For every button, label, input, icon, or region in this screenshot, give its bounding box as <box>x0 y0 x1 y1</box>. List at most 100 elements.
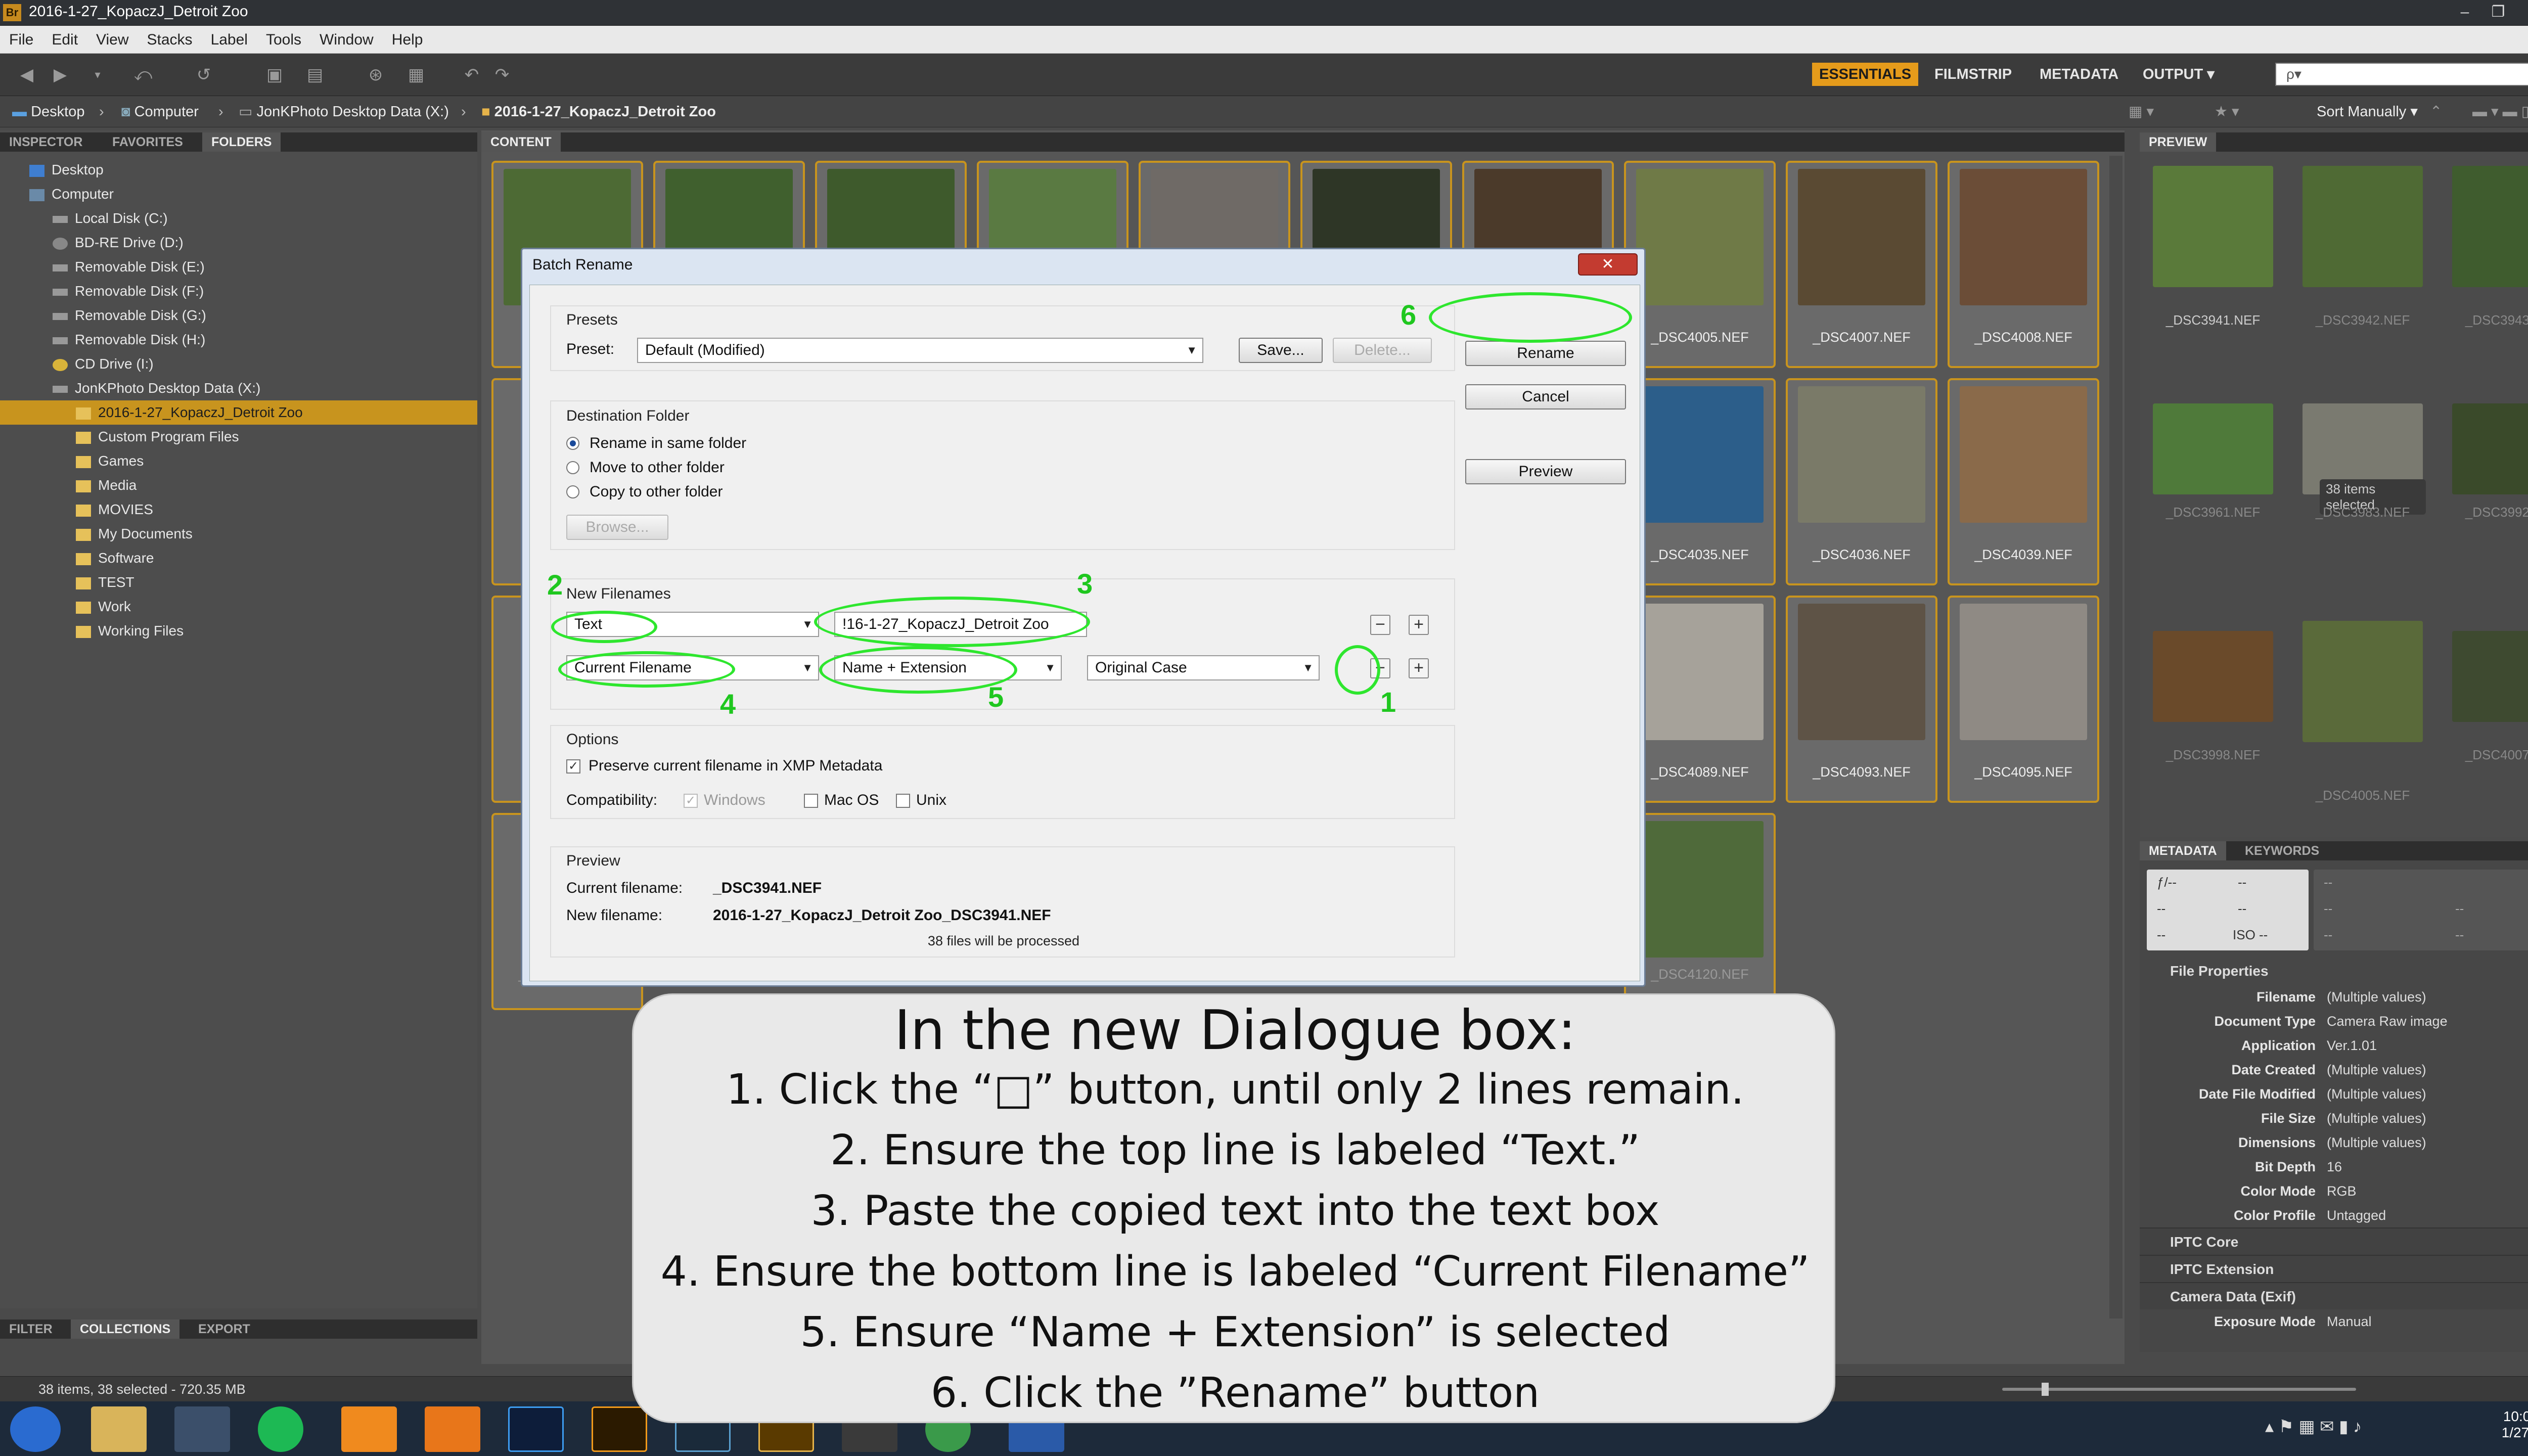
thumbnail[interactable]: _DSC4035.NEF <box>1624 378 1776 585</box>
tree-item-drive[interactable]: Removable Disk (H:) <box>0 328 477 352</box>
tab-metadata[interactable]: METADATA <box>2140 841 2226 860</box>
tree-item-folder[interactable]: Games <box>0 449 477 473</box>
menu-view[interactable]: View <box>87 26 138 54</box>
restore-icon[interactable]: ❐ <box>2484 2 2513 22</box>
preset-dropdown[interactable]: Default (Modified) ▼ <box>637 338 1203 363</box>
tree-item-drive[interactable]: CD Drive (I:) <box>0 352 477 376</box>
tab-preview[interactable]: PREVIEW <box>2140 132 2217 152</box>
tools-app-icon[interactable] <box>174 1406 230 1452</box>
redo-icon[interactable]: ↷ <box>490 64 514 86</box>
tab-filter[interactable]: FILTER <box>0 1320 62 1339</box>
browse-button[interactable]: Browse... <box>566 515 668 540</box>
tree-item-folder[interactable]: Software <box>0 546 477 570</box>
tab-favorites[interactable]: FAVORITES <box>103 132 192 152</box>
tree-item-drive[interactable]: Removable Disk (E:) <box>0 255 477 279</box>
preserve-filename-checkbox[interactable]: ✓ <box>566 759 580 774</box>
thumbnail[interactable]: _DSC4120.NEF <box>1624 813 1776 1010</box>
content-scrollbar[interactable] <box>2109 156 2123 1318</box>
thumbnail[interactable]: _DSC4036.NEF <box>1786 378 1937 585</box>
breadcrumb-desktop[interactable]: ▬ Desktop <box>12 102 84 121</box>
go-parent-icon[interactable]: ⤺ <box>131 64 155 86</box>
new-folder-icon[interactable]: ▬ ▾ ▬ ▯ <box>2472 102 2528 121</box>
tab-content[interactable]: CONTENT <box>481 132 561 152</box>
radio-rename-same-folder[interactable] <box>566 437 579 450</box>
preview-thumbnail[interactable]: _DSC3992.NEF <box>2449 383 2528 550</box>
thumbnail-size-slider[interactable] <box>2002 1388 2356 1391</box>
thumbnail[interactable]: _DSC4008.NEF <box>1948 161 2099 368</box>
clock[interactable]: 10:00 AM1/27/2016 <box>2488 1408 2528 1441</box>
tree-item-selected-folder[interactable]: 2016-1-27_KopaczJ_Detroit Zoo <box>0 400 477 425</box>
star-filter-icon[interactable]: ★ ▾ <box>2215 102 2239 121</box>
thumbnail[interactable]: _DSC4095.NEF <box>1948 596 2099 803</box>
refine-icon[interactable]: ▤ <box>303 64 327 86</box>
preview-button[interactable]: Preview <box>1465 459 1626 484</box>
menu-file[interactable]: File <box>0 26 42 54</box>
view-grid-icon[interactable]: ▦ ▾ <box>2129 102 2154 121</box>
sort-ascending-icon[interactable]: ⌃ <box>2430 102 2442 121</box>
preview-thumbnail[interactable]: 38 items selected _DSC3983.NEF <box>2299 383 2426 550</box>
start-button-icon[interactable] <box>10 1406 61 1452</box>
tree-item-folder[interactable]: Working Files <box>0 619 477 643</box>
minimize-icon[interactable]: – <box>2450 2 2479 22</box>
workspace-essentials[interactable]: ESSENTIALS <box>1812 63 1919 86</box>
vlc-icon[interactable] <box>341 1406 397 1452</box>
row2-case-dropdown[interactable]: Original Case ▼ <box>1087 655 1320 680</box>
radio-copy-other-folder[interactable] <box>566 485 579 498</box>
macos-checkbox[interactable] <box>804 794 818 808</box>
menu-tools[interactable]: Tools <box>257 26 310 54</box>
workspace-filmstrip[interactable]: FILMSTRIP <box>1927 63 2019 86</box>
tree-item-folder[interactable]: My Documents <box>0 522 477 546</box>
tree-item-computer[interactable]: Computer <box>0 182 477 206</box>
windows-checkbox[interactable]: ✓ <box>684 794 698 808</box>
rotate-icon[interactable]: ↺ <box>192 64 215 86</box>
breadcrumb-folder[interactable]: ■ 2016-1-27_KopaczJ_Detroit Zoo <box>481 102 716 121</box>
thumbnail[interactable]: _DSC4089.NEF <box>1624 596 1776 803</box>
tab-export[interactable]: EXPORT <box>189 1320 259 1339</box>
undo-icon[interactable]: ↶ <box>460 64 483 86</box>
thumbnail[interactable]: _DSC4093.NEF <box>1786 596 1937 803</box>
tree-item-drive[interactable]: Local Disk (C:) <box>0 206 477 231</box>
unix-checkbox[interactable] <box>896 794 910 808</box>
tree-item-desktop[interactable]: Desktop <box>0 158 477 182</box>
preview-thumbnail[interactable]: _DSC3941.NEF <box>2150 161 2276 328</box>
preview-thumbnail[interactable]: _DSC3961.NEF <box>2150 383 2276 550</box>
search-input[interactable]: ρ▾ <box>2275 63 2528 86</box>
system-tray[interactable]: ▴ ⚑ ▦ ✉ ▮ ♪ <box>2265 1417 2362 1437</box>
sort-dropdown[interactable]: Sort Manually ▾ <box>2317 102 2418 121</box>
menu-stacks[interactable]: Stacks <box>138 26 202 54</box>
menu-label[interactable]: Label <box>202 26 257 54</box>
tree-item-drive[interactable]: Removable Disk (G:) <box>0 303 477 328</box>
tab-collections[interactable]: COLLECTIONS <box>71 1320 180 1339</box>
section-iptc-core[interactable]: IPTC Core <box>2140 1227 2528 1255</box>
rename-button[interactable]: Rename <box>1465 341 1626 366</box>
menu-help[interactable]: Help <box>383 26 432 54</box>
spotify-icon[interactable] <box>258 1406 303 1452</box>
file-properties-header[interactable]: File Properties <box>2140 958 2528 985</box>
tab-folders[interactable]: FOLDERS <box>202 132 281 152</box>
menu-edit[interactable]: Edit <box>42 26 87 54</box>
breadcrumb-drive[interactable]: ▭ JonKPhoto Desktop Data (X:) <box>239 102 449 121</box>
thumbnail[interactable]: _DSC4039.NEF <box>1948 378 2099 585</box>
slider-handle[interactable] <box>2042 1383 2049 1396</box>
radio-move-other-folder[interactable] <box>566 461 579 474</box>
camera-raw-icon[interactable]: ⊛ <box>364 64 387 86</box>
output-icon[interactable]: ▦ <box>404 64 428 86</box>
preview-thumbnail[interactable]: _DSC4007.NEF <box>2449 616 2528 783</box>
workspace-output[interactable]: OUTPUT ▾ <box>2136 63 2222 86</box>
thumbnail[interactable]: _DSC4005.NEF <box>1624 161 1776 368</box>
delete-preset-button[interactable]: Delete... <box>1333 338 1432 363</box>
tree-item-folder[interactable]: MOVIES <box>0 497 477 522</box>
back-icon[interactable]: ◀ <box>15 64 38 86</box>
row1-minus-button[interactable]: − <box>1370 615 1390 635</box>
section-camera-data[interactable]: Camera Data (Exif) <box>2140 1282 2528 1309</box>
tree-item-folder[interactable]: Custom Program Files <box>0 425 477 449</box>
row2-plus-button[interactable]: + <box>1409 658 1429 678</box>
row1-plus-button[interactable]: + <box>1409 615 1429 635</box>
cancel-button[interactable]: Cancel <box>1465 384 1626 410</box>
thumbnail[interactable]: _DSC4007.NEF <box>1786 161 1937 368</box>
photoshop-icon[interactable] <box>508 1406 564 1452</box>
breadcrumb-computer[interactable]: ◙ Computer <box>121 102 199 121</box>
tab-inspector[interactable]: INSPECTOR <box>0 132 92 152</box>
tree-item-folder[interactable]: Work <box>0 595 477 619</box>
media-player-icon[interactable] <box>425 1406 480 1452</box>
